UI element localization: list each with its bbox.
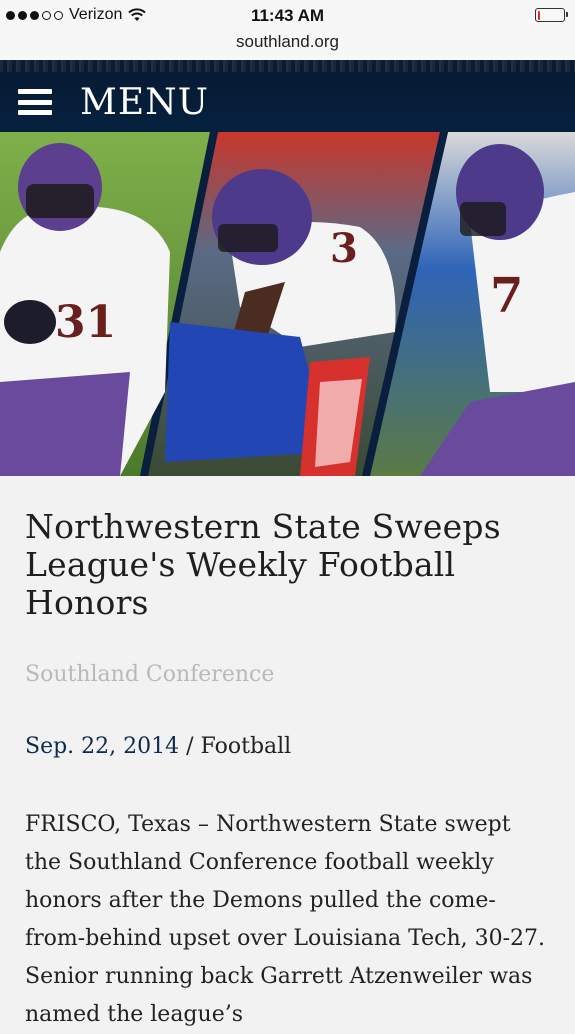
site-header: MENU bbox=[0, 60, 575, 132]
jersey-number-31: 31 bbox=[55, 297, 116, 348]
jersey-number-3: 3 bbox=[330, 225, 358, 272]
article-headline: Northwestern State Sweeps League's Weekl… bbox=[25, 507, 501, 622]
header-texture bbox=[0, 60, 575, 72]
article: Northwestern State Sweeps League's Weekl… bbox=[25, 476, 550, 1034]
clock: 11:43 AM bbox=[250, 6, 325, 25]
hero-image: 31 3 7 bbox=[0, 132, 575, 476]
status-bar: Verizon 11:43 AM bbox=[0, 0, 575, 32]
article-body: FRISCO, Texas – Northwestern State swept… bbox=[25, 812, 546, 1027]
url-text[interactable]: southland.org bbox=[236, 32, 339, 52]
article-date: Sep. 22, 2014 bbox=[25, 734, 180, 759]
article-meta: Sep. 22, 2014 / Football bbox=[25, 734, 550, 759]
address-bar[interactable]: southland.org bbox=[0, 32, 575, 61]
battery-icon bbox=[535, 8, 568, 22]
category-link[interactable]: Football bbox=[201, 734, 292, 759]
article-source: Southland Conference bbox=[25, 662, 275, 687]
football-collage-image: 31 3 7 bbox=[0, 132, 575, 476]
hamburger-icon[interactable] bbox=[18, 89, 52, 115]
jersey-number-7: 7 bbox=[490, 268, 523, 324]
menu-button[interactable]: MENU bbox=[18, 78, 209, 126]
menu-label[interactable]: MENU bbox=[80, 82, 209, 123]
battery-level bbox=[537, 10, 541, 20]
meta-separator: / bbox=[179, 734, 201, 759]
